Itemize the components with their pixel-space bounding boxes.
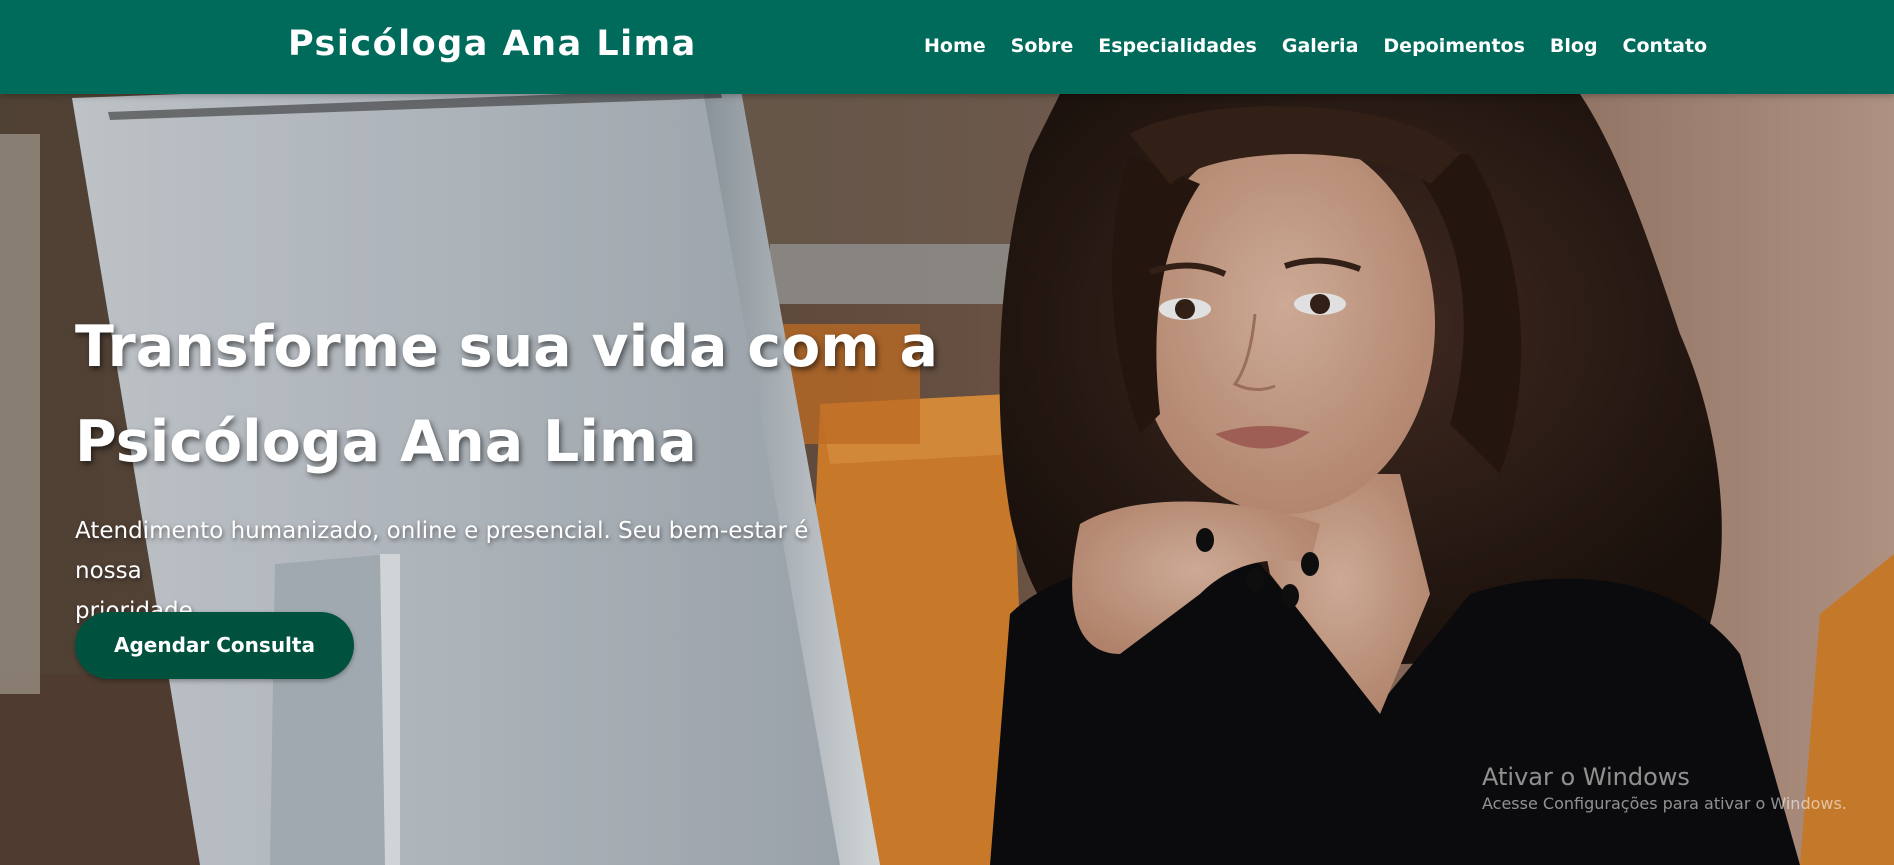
site-brand[interactable]: Psicóloga Ana Lima [288, 24, 697, 64]
hero-title-line-2: Psicóloga Ana Lima [75, 409, 697, 475]
nav-link-depoimentos[interactable]: Depoimentos [1383, 35, 1524, 57]
hero-title: Transforme sua vida com a Psicóloga Ana … [75, 300, 975, 490]
schedule-consultation-button[interactable]: Agendar Consulta [75, 612, 354, 679]
hero-section: Transforme sua vida com a Psicóloga Ana … [0, 94, 1894, 865]
nav-link-home[interactable]: Home [924, 35, 986, 57]
hero-subtitle-line-1: Atendimento humanizado, online e presenc… [75, 518, 809, 584]
nav-link-especialidades[interactable]: Especialidades [1098, 35, 1257, 57]
nav-link-galeria[interactable]: Galeria [1282, 35, 1359, 57]
top-navbar: Psicóloga Ana Lima Home Sobre Especialid… [0, 0, 1894, 94]
nav-link-blog[interactable]: Blog [1550, 35, 1598, 57]
watermark-title: Ativar o Windows [1482, 763, 1690, 791]
main-nav: Home Sobre Especialidades Galeria Depoim… [924, 35, 1732, 57]
hero-title-line-1: Transforme sua vida com a [75, 314, 938, 380]
nav-link-contato[interactable]: Contato [1623, 35, 1708, 57]
watermark-subtitle: Acesse Configurações para ativar o Windo… [1482, 794, 1847, 813]
nav-link-sobre[interactable]: Sobre [1011, 35, 1074, 57]
windows-activation-watermark: Ativar o Windows Acesse Configurações pa… [1482, 762, 1847, 816]
